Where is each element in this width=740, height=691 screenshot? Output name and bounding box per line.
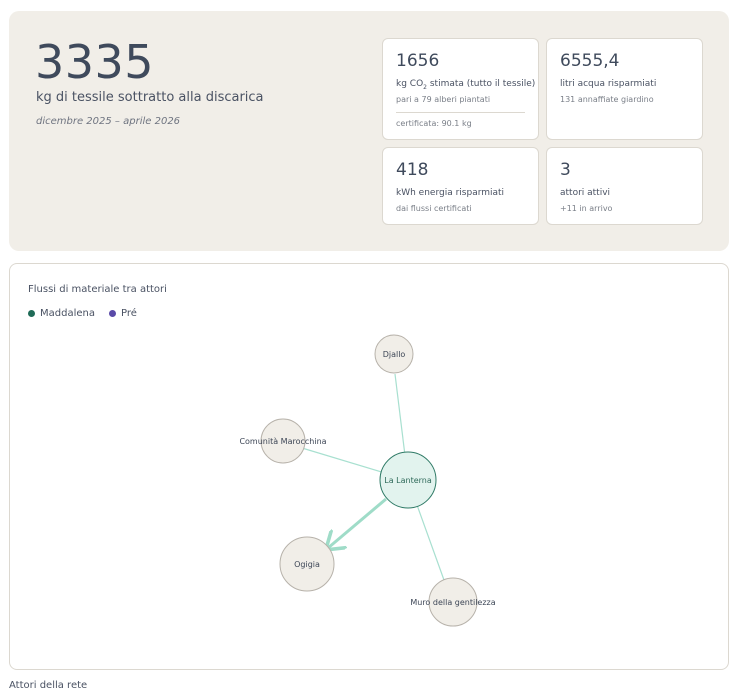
node-label-center: La Lanterna — [384, 476, 432, 485]
summary-panel: 3335 kg di tessile sottratto alla discar… — [9, 11, 729, 251]
node-comunita-marocchina[interactable]: Comunità Marocchina — [239, 418, 327, 464]
stat-card-water: 6555,4 litri acqua risparmiati 131 annaf… — [546, 38, 703, 140]
energy-sub: dai flussi certificati — [396, 204, 472, 213]
node-label-comunita: Comunità Marocchina — [239, 437, 326, 446]
flow-graph-card: Flussi di materiale tra attori Maddalena… — [9, 263, 729, 670]
stat-card-energy: 418 kWh energia risparmiati dai flussi c… — [382, 147, 539, 225]
period-range: dicembre 2025 – aprile 2026 — [36, 116, 181, 127]
node-label-ogigia: Ogigia — [294, 560, 320, 569]
energy-value: 418 — [396, 160, 429, 180]
stat-card-co2: 1656 kg CO2 stimata (tutto il tessile) p… — [382, 38, 539, 140]
water-sub: 131 annaffiate giardino — [560, 95, 654, 104]
actors-label: attori attivi — [560, 188, 611, 198]
water-label: litri acqua risparmiati — [560, 79, 657, 89]
edge-center-ogigia — [328, 497, 387, 548]
co2-label: kg CO2 stimata (tutto il tessile) — [396, 79, 536, 91]
total-kg-value: 3335 — [35, 35, 155, 89]
total-kg-label: kg di tessile sottratto alla discarica — [36, 90, 264, 105]
node-djallo[interactable]: Djallo — [374, 334, 414, 374]
actors-value: 3 — [560, 160, 571, 180]
actors-sub: +11 in arrivo — [560, 204, 613, 213]
node-la-lanterna[interactable]: La Lanterna — [379, 451, 437, 509]
network-graph: Djallo Comunità Marocchina Ogigia Muro d… — [239, 334, 496, 627]
node-label-muro: Muro della gentilezza — [410, 598, 495, 607]
node-label-djallo: Djallo — [383, 350, 406, 359]
node-muro-della-gentilezza[interactable]: Muro della gentilezza — [410, 577, 496, 627]
co2-value: 1656 — [396, 51, 440, 71]
co2-certified: certificata: 90.1 kg — [396, 119, 472, 128]
water-value: 6555,4 — [560, 51, 620, 71]
stat-card-actors: 3 attori attivi +11 in arrivo — [546, 147, 703, 225]
energy-label: kWh energia risparmiati — [396, 188, 505, 198]
divider — [396, 112, 525, 113]
co2-trees: pari a 79 alberi piantati — [396, 95, 491, 104]
node-ogigia[interactable]: Ogigia — [279, 536, 335, 592]
